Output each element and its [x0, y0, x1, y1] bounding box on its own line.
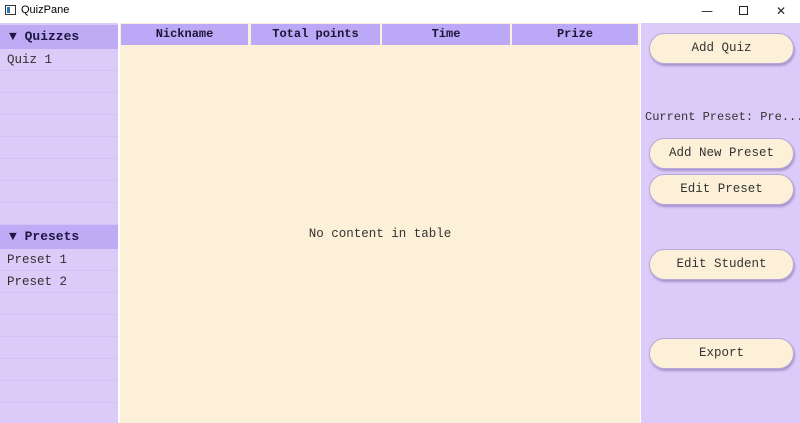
- preset-list-item[interactable]: Preset 1: [0, 249, 118, 271]
- quiz-list-empty-row: [0, 181, 118, 203]
- app-icon: [5, 5, 16, 15]
- quiz-list-empty-row: [0, 137, 118, 159]
- right-panel: Add Quiz Current Preset: Pre... Add New …: [641, 23, 800, 423]
- results-table[interactable]: Nickname Total points Time Prize No cont…: [120, 23, 640, 423]
- edit-preset-button[interactable]: Edit Preset: [649, 174, 794, 205]
- table-header: Nickname Total points Time Prize: [120, 24, 640, 45]
- close-icon: ✕: [775, 4, 787, 18]
- preset-list-empty-row: [0, 359, 118, 381]
- quizzes-list: Quiz 1: [0, 49, 118, 225]
- window-title: QuizPane: [21, 4, 70, 16]
- presets-section-header[interactable]: ▼ Presets: [0, 225, 118, 249]
- column-header-prize[interactable]: Prize: [512, 24, 638, 45]
- preset-list-empty-row: [0, 381, 118, 403]
- add-new-preset-button[interactable]: Add New Preset: [649, 138, 794, 169]
- quiz-list-empty-row: [0, 71, 118, 93]
- minimize-icon: —: [701, 4, 713, 18]
- column-header-total-points[interactable]: Total points: [251, 24, 380, 45]
- table-placeholder: No content in table: [308, 227, 452, 241]
- quizzes-section-header[interactable]: ▼ Quizzes: [0, 25, 118, 49]
- add-quiz-button[interactable]: Add Quiz: [649, 33, 794, 64]
- export-button[interactable]: Export: [649, 338, 794, 369]
- column-header-nickname[interactable]: Nickname: [121, 24, 248, 45]
- minimize-button[interactable]: —: [688, 0, 726, 22]
- maximize-button[interactable]: [724, 0, 762, 22]
- preset-list-empty-row: [0, 337, 118, 359]
- presets-list: Preset 1 Preset 2: [0, 249, 118, 423]
- quiz-list-empty-row: [0, 115, 118, 137]
- quiz-list-item[interactable]: Quiz 1: [0, 49, 118, 71]
- maximize-icon: [738, 6, 748, 15]
- close-button[interactable]: ✕: [762, 0, 800, 22]
- current-preset-label: Current Preset: Pre...: [645, 110, 800, 124]
- preset-list-empty-row: [0, 293, 118, 315]
- title-bar: QuizPane — ✕: [0, 0, 800, 22]
- preset-list-empty-row: [0, 315, 118, 337]
- preset-list-item[interactable]: Preset 2: [0, 271, 118, 293]
- left-sidebar: ▼ Quizzes Quiz 1 ▼ Presets Preset 1 Pres…: [0, 23, 118, 423]
- edit-student-button[interactable]: Edit Student: [649, 249, 794, 280]
- quiz-list-empty-row: [0, 203, 118, 225]
- column-header-time[interactable]: Time: [382, 24, 510, 45]
- quiz-list-empty-row: [0, 93, 118, 115]
- quiz-list-empty-row: [0, 159, 118, 181]
